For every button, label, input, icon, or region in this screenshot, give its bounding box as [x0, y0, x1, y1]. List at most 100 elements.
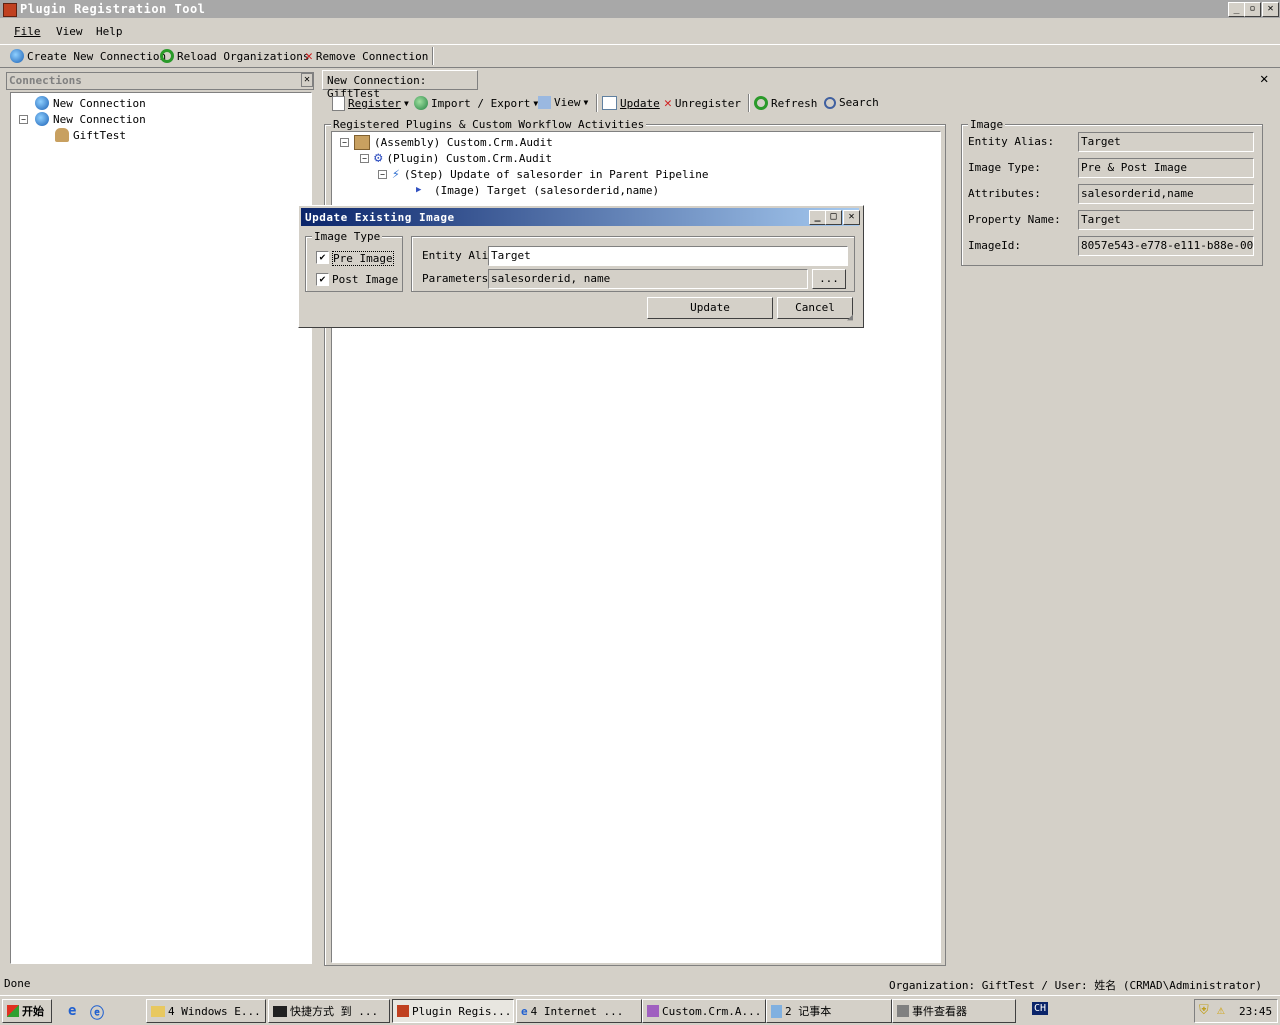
reload-organizations-button[interactable]: Reload Organizations	[160, 49, 309, 63]
toolbar-separator	[596, 94, 598, 112]
tree-item-step[interactable]: ⚡ (Step) Update of salesorder in Parent …	[392, 166, 708, 182]
warning-icon[interactable]: ⚠	[1217, 1003, 1225, 1018]
language-indicator[interactable]: CH	[1032, 1002, 1049, 1015]
dialog-close-button[interactable]: ✕	[843, 210, 860, 225]
task-custom-crm-audit[interactable]: Custom.Crm.A...	[642, 999, 766, 1023]
search-button[interactable]: Search	[824, 96, 879, 109]
collapse-toggle[interactable]: −	[360, 154, 369, 163]
parameters-field: salesorderid, name	[488, 269, 808, 289]
app-icon	[3, 3, 17, 17]
tree-item-connection-1[interactable]: New Connection	[35, 95, 146, 111]
close-tab-icon[interactable]: ✕	[1260, 71, 1268, 87]
tree-item-plugin[interactable]: ⚙ (Plugin) Custom.Crm.Audit	[374, 150, 552, 166]
attributes-field: salesorderid,name	[1078, 184, 1254, 204]
task-notepad[interactable]: 2 记事本	[766, 999, 892, 1023]
ie-quicklaunch-icon[interactable]: e	[68, 1003, 76, 1019]
chevron-right-icon: ▶	[416, 185, 422, 195]
menu-help[interactable]: Help	[96, 25, 123, 38]
create-connection-button[interactable]: Create New Connection	[10, 49, 166, 63]
tab-gifttest[interactable]: New Connection: GiftTest	[322, 70, 478, 100]
entity-alias-input[interactable]: Target	[488, 246, 848, 266]
taskbar: 开始 e ⓔ 4 Windows E... 快捷方式 到 ... Plugin …	[0, 995, 1280, 1025]
clock: 23:45	[1239, 1005, 1273, 1018]
update-button[interactable]: Update	[602, 96, 660, 110]
edit-icon	[602, 96, 617, 110]
view-icon	[538, 96, 551, 109]
toolbar-separator	[748, 94, 750, 112]
tree-item-organization[interactable]: GiftTest	[55, 127, 126, 143]
minimize-button[interactable]: _	[1228, 2, 1245, 17]
menu-view[interactable]: View	[56, 25, 83, 38]
close-button[interactable]: ✕	[1262, 2, 1279, 17]
collapse-toggle[interactable]: −	[19, 115, 28, 124]
plugin-toolbar: Register ▼ Import / Export ▼ View ▼ Upda…	[326, 92, 1274, 114]
close-panel-icon[interactable]: ✕	[301, 73, 313, 87]
chevron-down-icon: ▼	[583, 98, 589, 107]
view-button[interactable]: View ▼	[538, 96, 588, 109]
task-event-viewer[interactable]: 事件查看器	[892, 999, 1016, 1023]
menu-file[interactable]: File	[14, 25, 41, 38]
post-image-checkbox[interactable]: ✔	[316, 273, 329, 286]
image-type-group: Image Type ✔ Pre Image ✔ Post Image	[305, 230, 403, 292]
tree-item-assembly[interactable]: (Assembly) Custom.Crm.Audit	[354, 134, 553, 150]
unregister-button[interactable]: ✕ Unregister	[664, 96, 741, 111]
task-plugin-registration[interactable]: Plugin Regis...	[392, 999, 514, 1023]
collapse-toggle[interactable]: −	[340, 138, 349, 147]
ie-alt-quicklaunch-icon[interactable]: ⓔ	[90, 1003, 104, 1023]
dialog-maximize-button[interactable]: □	[825, 210, 842, 225]
security-shield-icon[interactable]: ⛨	[1199, 1003, 1209, 1018]
parameters-group: Entity Alia Target Parameters: salesorde…	[411, 236, 855, 292]
update-image-dialog: Update Existing Image _ □ ✕ Image Type ✔…	[298, 205, 864, 328]
entity-alias-field: Target	[1078, 132, 1254, 152]
menu-bar: File View Help	[0, 22, 1280, 42]
dialog-title-bar: Update Existing Image _ □ ✕	[301, 208, 860, 226]
task-windows-explorer[interactable]: 4 Windows E...	[146, 999, 266, 1023]
tree-item-connection-2[interactable]: New Connection	[35, 111, 146, 127]
attributes-label: Attributes:	[968, 187, 1041, 200]
remove-connection-button[interactable]: ✕ Remove Connection	[305, 49, 428, 64]
pre-image-label[interactable]: Pre Image	[332, 251, 394, 266]
tree-item-image[interactable]: ▶ (Image) Target (salesorderid,name)	[416, 182, 659, 198]
status-connection-info: Organization: GiftTest / User: 姓名 (CRMAD…	[889, 979, 1262, 992]
app-icon	[397, 1005, 409, 1017]
status-bar: Done Organization: GiftTest / User: 姓名 (…	[0, 974, 1280, 992]
search-icon	[824, 96, 836, 109]
task-cmd-shortcut[interactable]: 快捷方式 到 ...	[268, 999, 390, 1023]
image-details-group: Image Entity Alias: Target Image Type: P…	[961, 118, 1263, 266]
entity-alias-label: Entity Alia	[422, 249, 488, 262]
task-internet-explorer[interactable]: e 4 Internet ...	[516, 999, 642, 1023]
refresh-button[interactable]: Refresh	[754, 96, 817, 110]
post-image-label[interactable]: Post Image	[332, 273, 398, 286]
delete-icon: ✕	[664, 96, 672, 111]
image-type-label: Image Type:	[968, 161, 1041, 174]
users-icon	[55, 128, 69, 142]
connections-header: Connections ✕	[6, 72, 314, 90]
pre-image-checkbox[interactable]: ✔	[316, 251, 329, 264]
import-export-button[interactable]: Import / Export ▼	[414, 96, 538, 110]
collapse-toggle[interactable]: −	[378, 170, 387, 179]
resize-grip-icon[interactable]: ◢	[847, 312, 853, 323]
windows-logo-icon	[7, 1005, 19, 1017]
connections-tree[interactable]: New Connection − New Connection GiftTest	[10, 92, 312, 964]
connections-panel: Connections ✕ New Connection − New Conne…	[6, 72, 314, 968]
folder-icon	[151, 1005, 165, 1017]
browse-parameters-button[interactable]: ...	[812, 269, 846, 289]
globe-icon	[35, 96, 49, 110]
restore-button[interactable]: ▫	[1244, 2, 1261, 17]
title-bar: Plugin Registration Tool _ ▫ ✕	[0, 0, 1280, 18]
gear-icon: ⚙	[374, 150, 383, 166]
status-text: Done	[4, 977, 31, 990]
dialog-minimize-button[interactable]: _	[809, 210, 826, 225]
refresh-icon	[754, 96, 768, 110]
new-icon	[332, 96, 345, 111]
register-button[interactable]: Register ▼	[332, 96, 409, 111]
dialog-cancel-button[interactable]: Cancel	[777, 297, 853, 319]
image-id-field: 8057e543-e778-e111-b88e-0003:	[1078, 236, 1254, 256]
toolbar-separator	[432, 47, 434, 65]
system-tray: ⛨ ⚠ 23:45	[1194, 999, 1278, 1023]
console-icon	[273, 1005, 287, 1017]
dialog-update-button[interactable]: Update	[647, 297, 773, 319]
chevron-down-icon: ▼	[403, 99, 409, 108]
start-button[interactable]: 开始	[2, 999, 52, 1023]
tab-strip: New Connection: GiftTest ✕	[320, 70, 1276, 100]
